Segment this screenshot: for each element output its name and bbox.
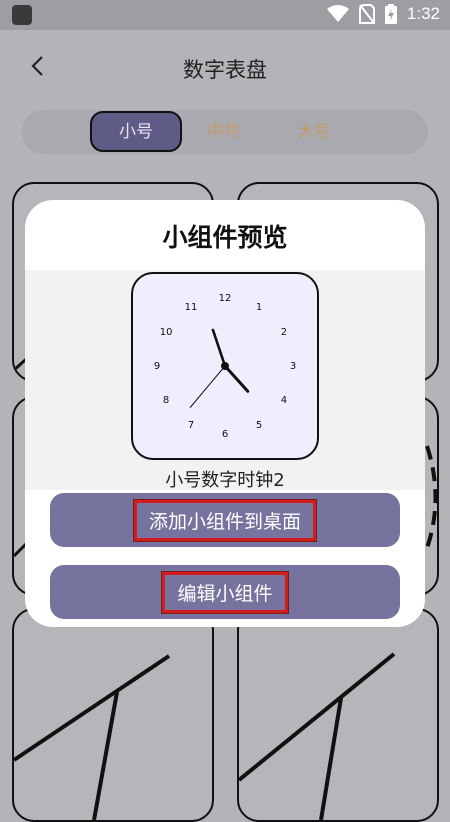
clock-number-3: 3	[290, 361, 296, 372]
clock-number-8: 8	[163, 395, 169, 406]
clock-number-2: 2	[281, 327, 287, 338]
hour-hand	[211, 328, 227, 368]
clock-preview-image	[239, 652, 396, 820]
edit-widget-label: 编辑小组件	[162, 571, 288, 613]
preview-area: 12 1 2 3 4 5 6 7 8 9 10 11 小号数字时钟2	[25, 270, 425, 490]
size-tabs: 小号 中号 大号	[22, 110, 428, 154]
wifi-icon	[326, 5, 349, 22]
dialog-title: 小组件预览	[162, 223, 288, 252]
widget-name: 小号数字时钟2	[165, 470, 285, 490]
clock-number-4: 4	[281, 395, 287, 406]
page-title: 数字表盘	[183, 58, 267, 82]
clock-number-1: 1	[256, 302, 262, 313]
tab-large[interactable]: 大号	[270, 113, 358, 151]
status-icons: 1:32	[326, 4, 440, 24]
tab-small[interactable]: 小号	[90, 111, 182, 152]
widget-card[interactable]	[12, 608, 214, 822]
clock-preview-image	[14, 654, 171, 820]
clock-number-9: 9	[154, 361, 160, 372]
clock-center-pin	[221, 362, 229, 370]
no-sim-icon	[358, 4, 375, 24]
minute-hand	[223, 364, 250, 393]
widget-card[interactable]	[237, 608, 439, 822]
clock-number-7: 7	[188, 420, 194, 431]
clock-number-10: 10	[160, 327, 173, 338]
add-widget-label: 添加小组件到桌面	[133, 499, 316, 541]
tab-medium[interactable]: 中号	[180, 113, 268, 151]
clock-number-6: 6	[222, 429, 228, 440]
add-widget-to-desktop-button[interactable]: 添加小组件到桌面	[50, 493, 400, 547]
second-hand	[189, 365, 226, 408]
clock-number-12: 12	[219, 293, 232, 304]
clock-number-11: 11	[185, 302, 198, 313]
widget-preview-dialog: 小组件预览 12 1 2 3 4 5 6 7 8 9 10 11 小号数字时钟2 添加小组件到桌面 编…	[25, 200, 425, 627]
clock-widget-preview: 12 1 2 3 4 5 6 7 8 9 10 11	[131, 272, 319, 460]
battery-charging-icon	[384, 4, 397, 24]
analog-clock: 121234567891011	[154, 293, 296, 440]
clock-number-5: 5	[256, 420, 262, 431]
status-time: 1:32	[406, 4, 440, 23]
edit-widget-button[interactable]: 编辑小组件	[50, 565, 400, 619]
app-bar: 数字表盘	[0, 30, 450, 106]
status-bar: 1:32	[0, 0, 450, 30]
app-notification-icon	[12, 5, 32, 25]
